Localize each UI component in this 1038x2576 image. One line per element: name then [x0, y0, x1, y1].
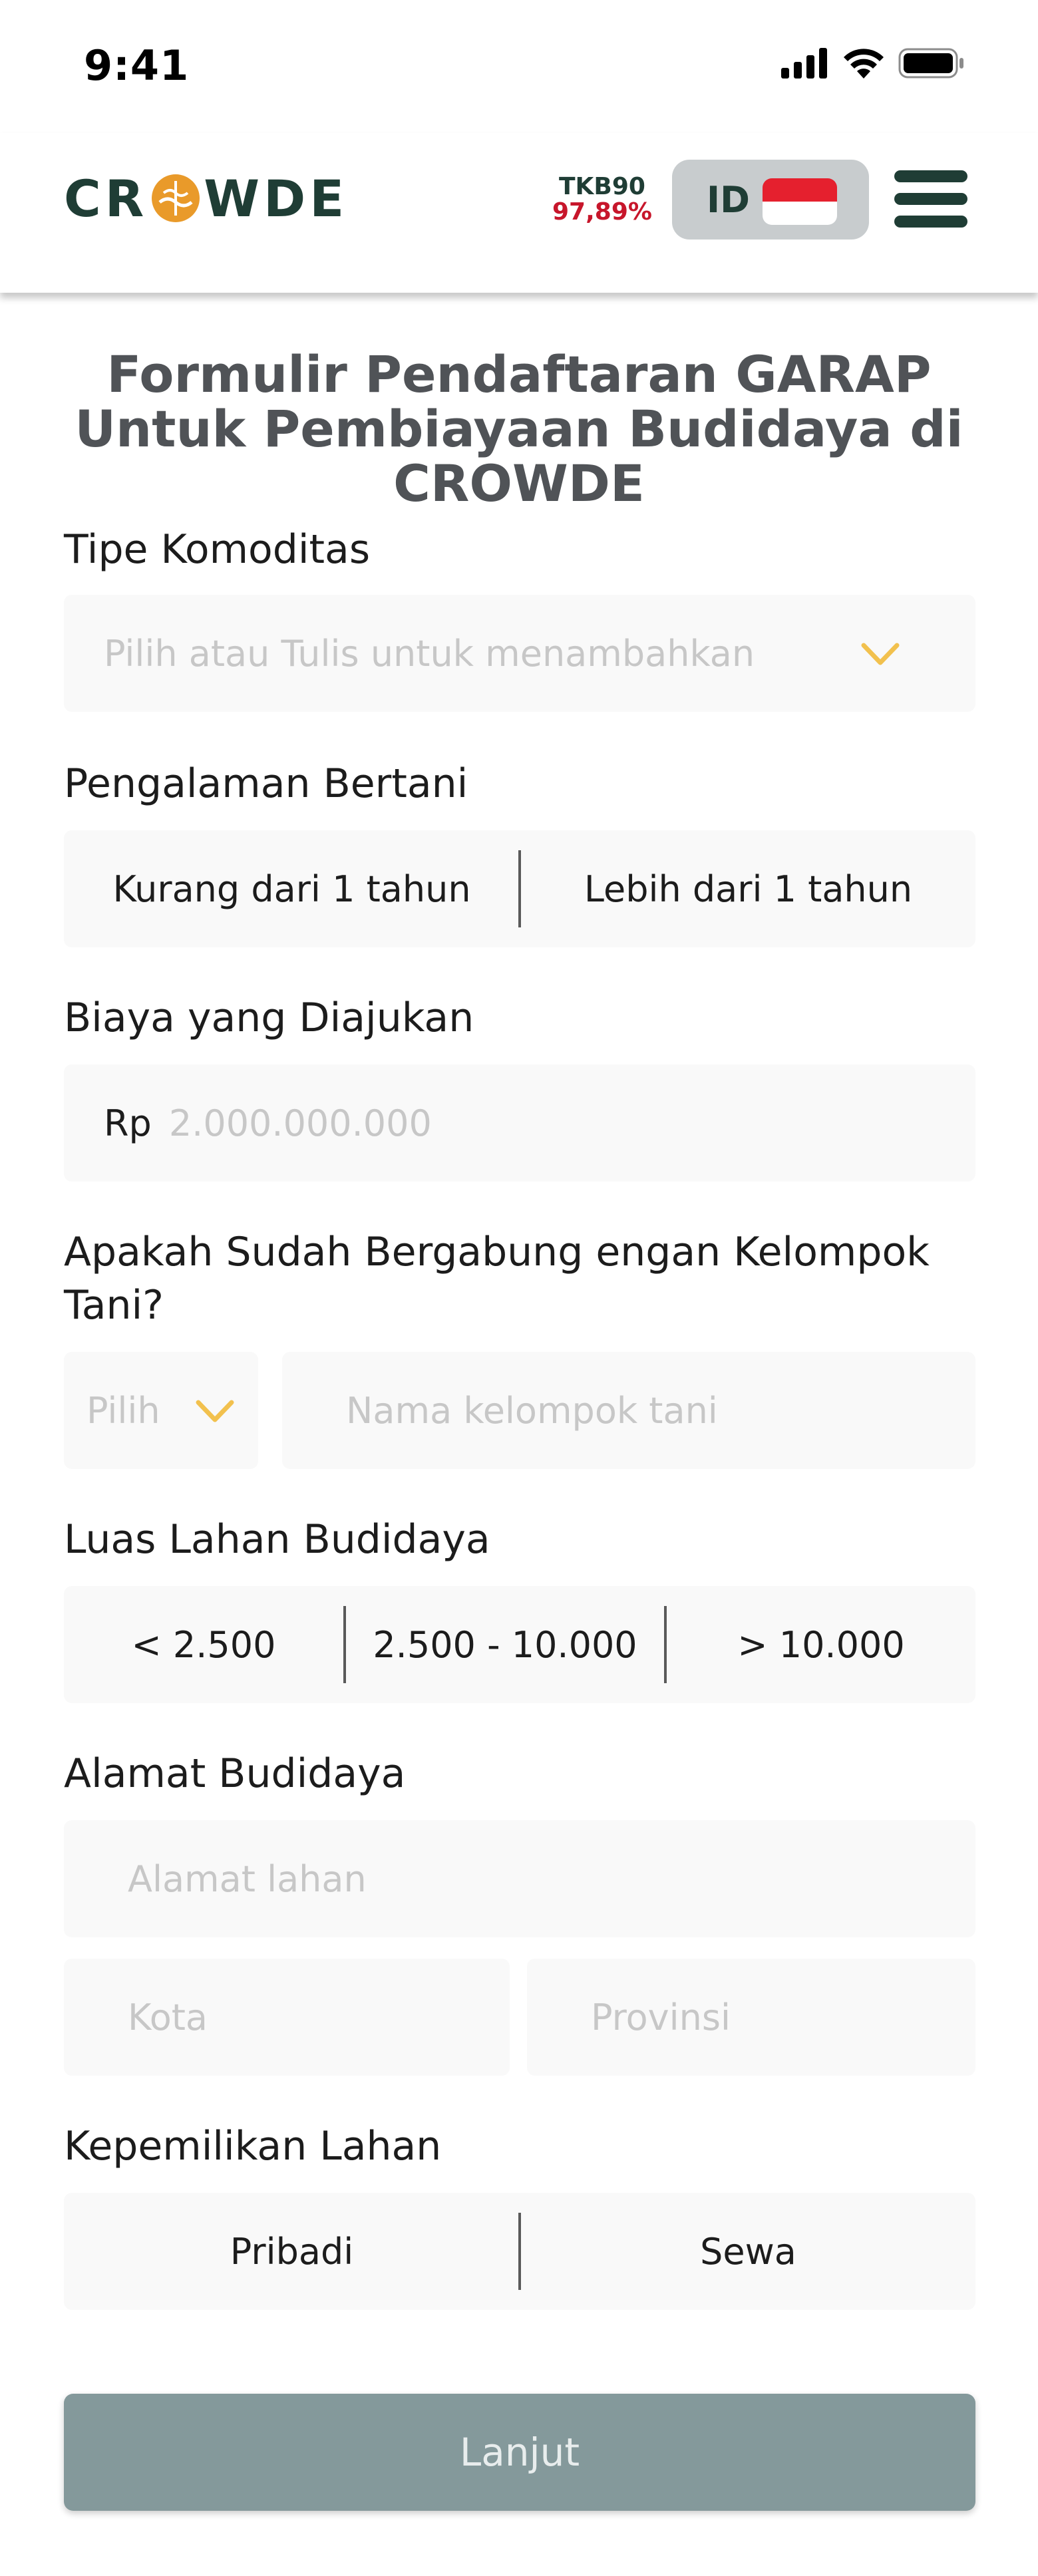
cost-input[interactable]: Rp 2.000.000.000 — [64, 1064, 975, 1182]
land-area-segmented-control: < 2.500 2.500 - 10.000 > 10.000 — [64, 1586, 975, 1703]
farmer-group-name-input[interactable]: Nama kelompok tani — [282, 1352, 975, 1469]
tkb-indicator: TKB90 97,89% — [552, 174, 652, 225]
ownership-option-rent[interactable]: Sewa — [521, 2193, 975, 2310]
status-bar: 9:41 — [0, 0, 1038, 133]
battery-icon — [898, 48, 963, 79]
address-label: Alamat Budidaya — [64, 1750, 406, 1797]
province-placeholder: Provinsi — [591, 1996, 731, 2038]
experience-option-more[interactable]: Lebih dari 1 tahun — [521, 830, 975, 947]
logo-text-left: CR — [64, 168, 148, 228]
land-area-option-large[interactable]: > 10.000 — [667, 1586, 975, 1703]
experience-label: Pengalaman Bertani — [64, 760, 468, 807]
tkb-label: TKB90 — [558, 173, 645, 200]
land-area-option-small[interactable]: < 2.500 — [64, 1586, 343, 1703]
province-input[interactable]: Provinsi — [527, 1959, 975, 2076]
continue-button[interactable]: Lanjut — [64, 2394, 975, 2511]
city-placeholder: Kota — [128, 1996, 208, 2038]
land-address-placeholder: Alamat lahan — [128, 1857, 367, 1900]
page-title: Formulir Pendaftaran GARAP Untuk Pembiay… — [75, 345, 963, 513]
tkb-value: 97,89% — [552, 198, 652, 226]
farmer-group-label: Apakah Sudah Bergabung engan Kelompok Ta… — [64, 1229, 930, 1329]
commodity-placeholder: Pilih atau Tulis untuk menambahkan — [104, 632, 755, 675]
status-time: 9:41 — [84, 41, 190, 90]
ownership-label: Kepemilikan Lahan — [64, 2123, 442, 2170]
cost-placeholder: 2.000.000.000 — [168, 1102, 432, 1144]
farmer-group-select[interactable]: Pilih — [64, 1352, 258, 1469]
farmer-group-name-placeholder: Nama kelompok tani — [346, 1389, 718, 1432]
land-address-input[interactable]: Alamat lahan — [64, 1820, 975, 1937]
crowde-logo[interactable]: CR WDE — [64, 168, 349, 228]
hamburger-menu-icon[interactable] — [894, 170, 967, 228]
chevron-down-icon — [861, 643, 900, 665]
logo-text-right: WDE — [204, 168, 349, 228]
signal-icon — [781, 48, 827, 79]
ownership-option-private[interactable]: Pribadi — [64, 2193, 520, 2310]
app-screen: 9:41 CR WDE TKB90 97,89% ID Formulir Pen… — [0, 0, 1038, 2576]
language-code: ID — [707, 178, 750, 221]
wifi-icon — [844, 49, 884, 79]
logo-emblem-icon — [152, 174, 200, 222]
chevron-down-icon — [196, 1400, 234, 1422]
experience-option-less[interactable]: Kurang dari 1 tahun — [64, 830, 520, 947]
commodity-label: Tipe Komoditas — [64, 526, 371, 573]
commodity-select[interactable]: Pilih atau Tulis untuk menambahkan — [64, 595, 975, 712]
ownership-segmented-control: Pribadi Sewa — [64, 2193, 975, 2310]
farmer-group-select-placeholder: Pilih — [86, 1389, 160, 1432]
land-area-option-medium[interactable]: 2.500 - 10.000 — [346, 1586, 664, 1703]
city-input[interactable]: Kota — [64, 1959, 510, 2076]
cost-label: Biaya yang Diajukan — [64, 995, 474, 1041]
indonesia-flag-icon — [763, 178, 837, 225]
land-area-label: Luas Lahan Budidaya — [64, 1516, 490, 1563]
currency-prefix: Rp — [104, 1102, 152, 1144]
language-switcher[interactable]: ID — [672, 160, 869, 240]
status-icons — [781, 48, 965, 79]
experience-segmented-control: Kurang dari 1 tahun Lebih dari 1 tahun — [64, 830, 975, 947]
